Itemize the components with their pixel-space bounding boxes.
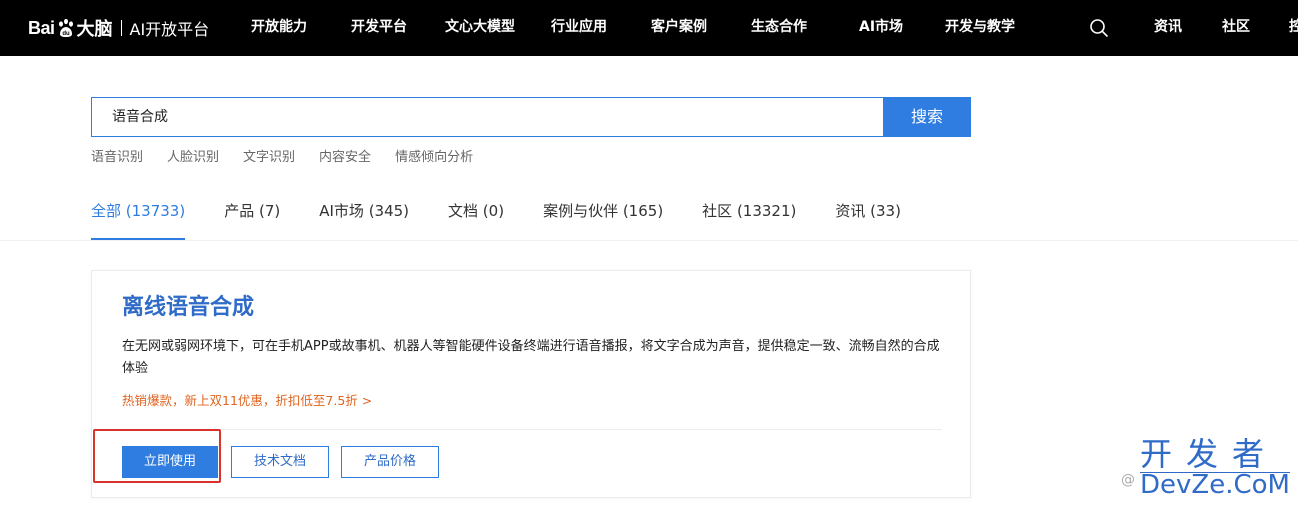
- highlight-annotation: [93, 429, 221, 483]
- tab-all[interactable]: 全部 (13733): [91, 196, 186, 240]
- nav-item-news[interactable]: 资讯: [1154, 16, 1182, 38]
- nav-item-dev-teaching[interactable]: 开发与教学: [945, 16, 1015, 38]
- baidu-ai-logo[interactable]: Bai du 大脑 AI开放平台: [28, 13, 209, 43]
- watermark-cn: 开发者: [1140, 435, 1279, 473]
- nav-item-console[interactable]: 控: [1289, 16, 1298, 38]
- nav-item-ai-market[interactable]: AI市场: [859, 16, 903, 38]
- nav-item-industry[interactable]: 行业应用: [551, 16, 607, 38]
- tab-docs[interactable]: 文档 (0): [448, 196, 504, 226]
- hot-word-link[interactable]: 情感倾向分析: [395, 148, 473, 168]
- result-card: 离线语音合成 在无网或弱网环境下，可在手机APP或故事机、机器人等智能硬件设备终…: [91, 270, 971, 498]
- result-description: 在无网或弱网环境下，可在手机APP或故事机、机器人等智能硬件设备终端进行语音播报…: [122, 339, 940, 376]
- logo-separator: [120, 20, 122, 36]
- product-price-button[interactable]: 产品价格: [341, 446, 439, 478]
- hot-word-link[interactable]: 内容安全: [319, 148, 371, 168]
- watermark-en: DevZe.CoM: [1140, 470, 1290, 500]
- nav-item-open-capability[interactable]: 开放能力: [251, 16, 307, 38]
- logo-text-du: 大脑: [76, 19, 113, 39]
- logo-text-platform: AI开放平台: [129, 20, 210, 39]
- watermark-at: @: [1121, 472, 1135, 488]
- search-icon[interactable]: [1089, 18, 1109, 38]
- svg-text:du: du: [62, 31, 70, 37]
- tab-community[interactable]: 社区 (13321): [702, 196, 796, 226]
- search-input[interactable]: 语音合成: [91, 97, 884, 137]
- logo-text-bai: Bai: [28, 17, 55, 38]
- tab-divider: [0, 240, 1298, 241]
- paw-icon: du: [58, 18, 73, 37]
- nav-item-ecosystem[interactable]: 生态合作: [751, 16, 807, 38]
- tab-products[interactable]: 产品 (7): [224, 196, 280, 226]
- hot-words: 语音识别 人脸识别 文字识别 内容安全 情感倾向分析: [91, 148, 497, 168]
- promo-link[interactable]: 热销爆款，新上双11优惠，折扣低至7.5折 >: [122, 391, 372, 411]
- hot-word-link[interactable]: 语音识别: [91, 148, 143, 168]
- nav-item-wenxin[interactable]: 文心大模型: [445, 16, 515, 38]
- card-divider: [122, 429, 942, 430]
- hot-word-link[interactable]: 人脸识别: [167, 148, 219, 168]
- tab-news[interactable]: 资讯 (33): [835, 196, 901, 226]
- tab-ai-market[interactable]: AI市场 (345): [319, 196, 409, 226]
- nav-item-community[interactable]: 社区: [1222, 16, 1250, 38]
- result-title[interactable]: 离线语音合成: [122, 293, 254, 323]
- nav-item-dev-platform[interactable]: 开发平台: [351, 16, 407, 38]
- hot-word-link[interactable]: 文字识别: [243, 148, 295, 168]
- top-nav: Bai du 大脑 AI开放平台 开放能力 开发平台 文心大模型 行业应用 客户…: [0, 0, 1298, 56]
- nav-item-cases[interactable]: 客户案例: [651, 16, 707, 38]
- search-button[interactable]: 搜索: [883, 97, 971, 137]
- result-tabs: 全部 (13733) 产品 (7) AI市场 (345) 文档 (0) 案例与伙…: [91, 196, 940, 240]
- tab-cases-partners[interactable]: 案例与伙伴 (165): [543, 196, 663, 226]
- tech-docs-button[interactable]: 技术文档: [231, 446, 329, 478]
